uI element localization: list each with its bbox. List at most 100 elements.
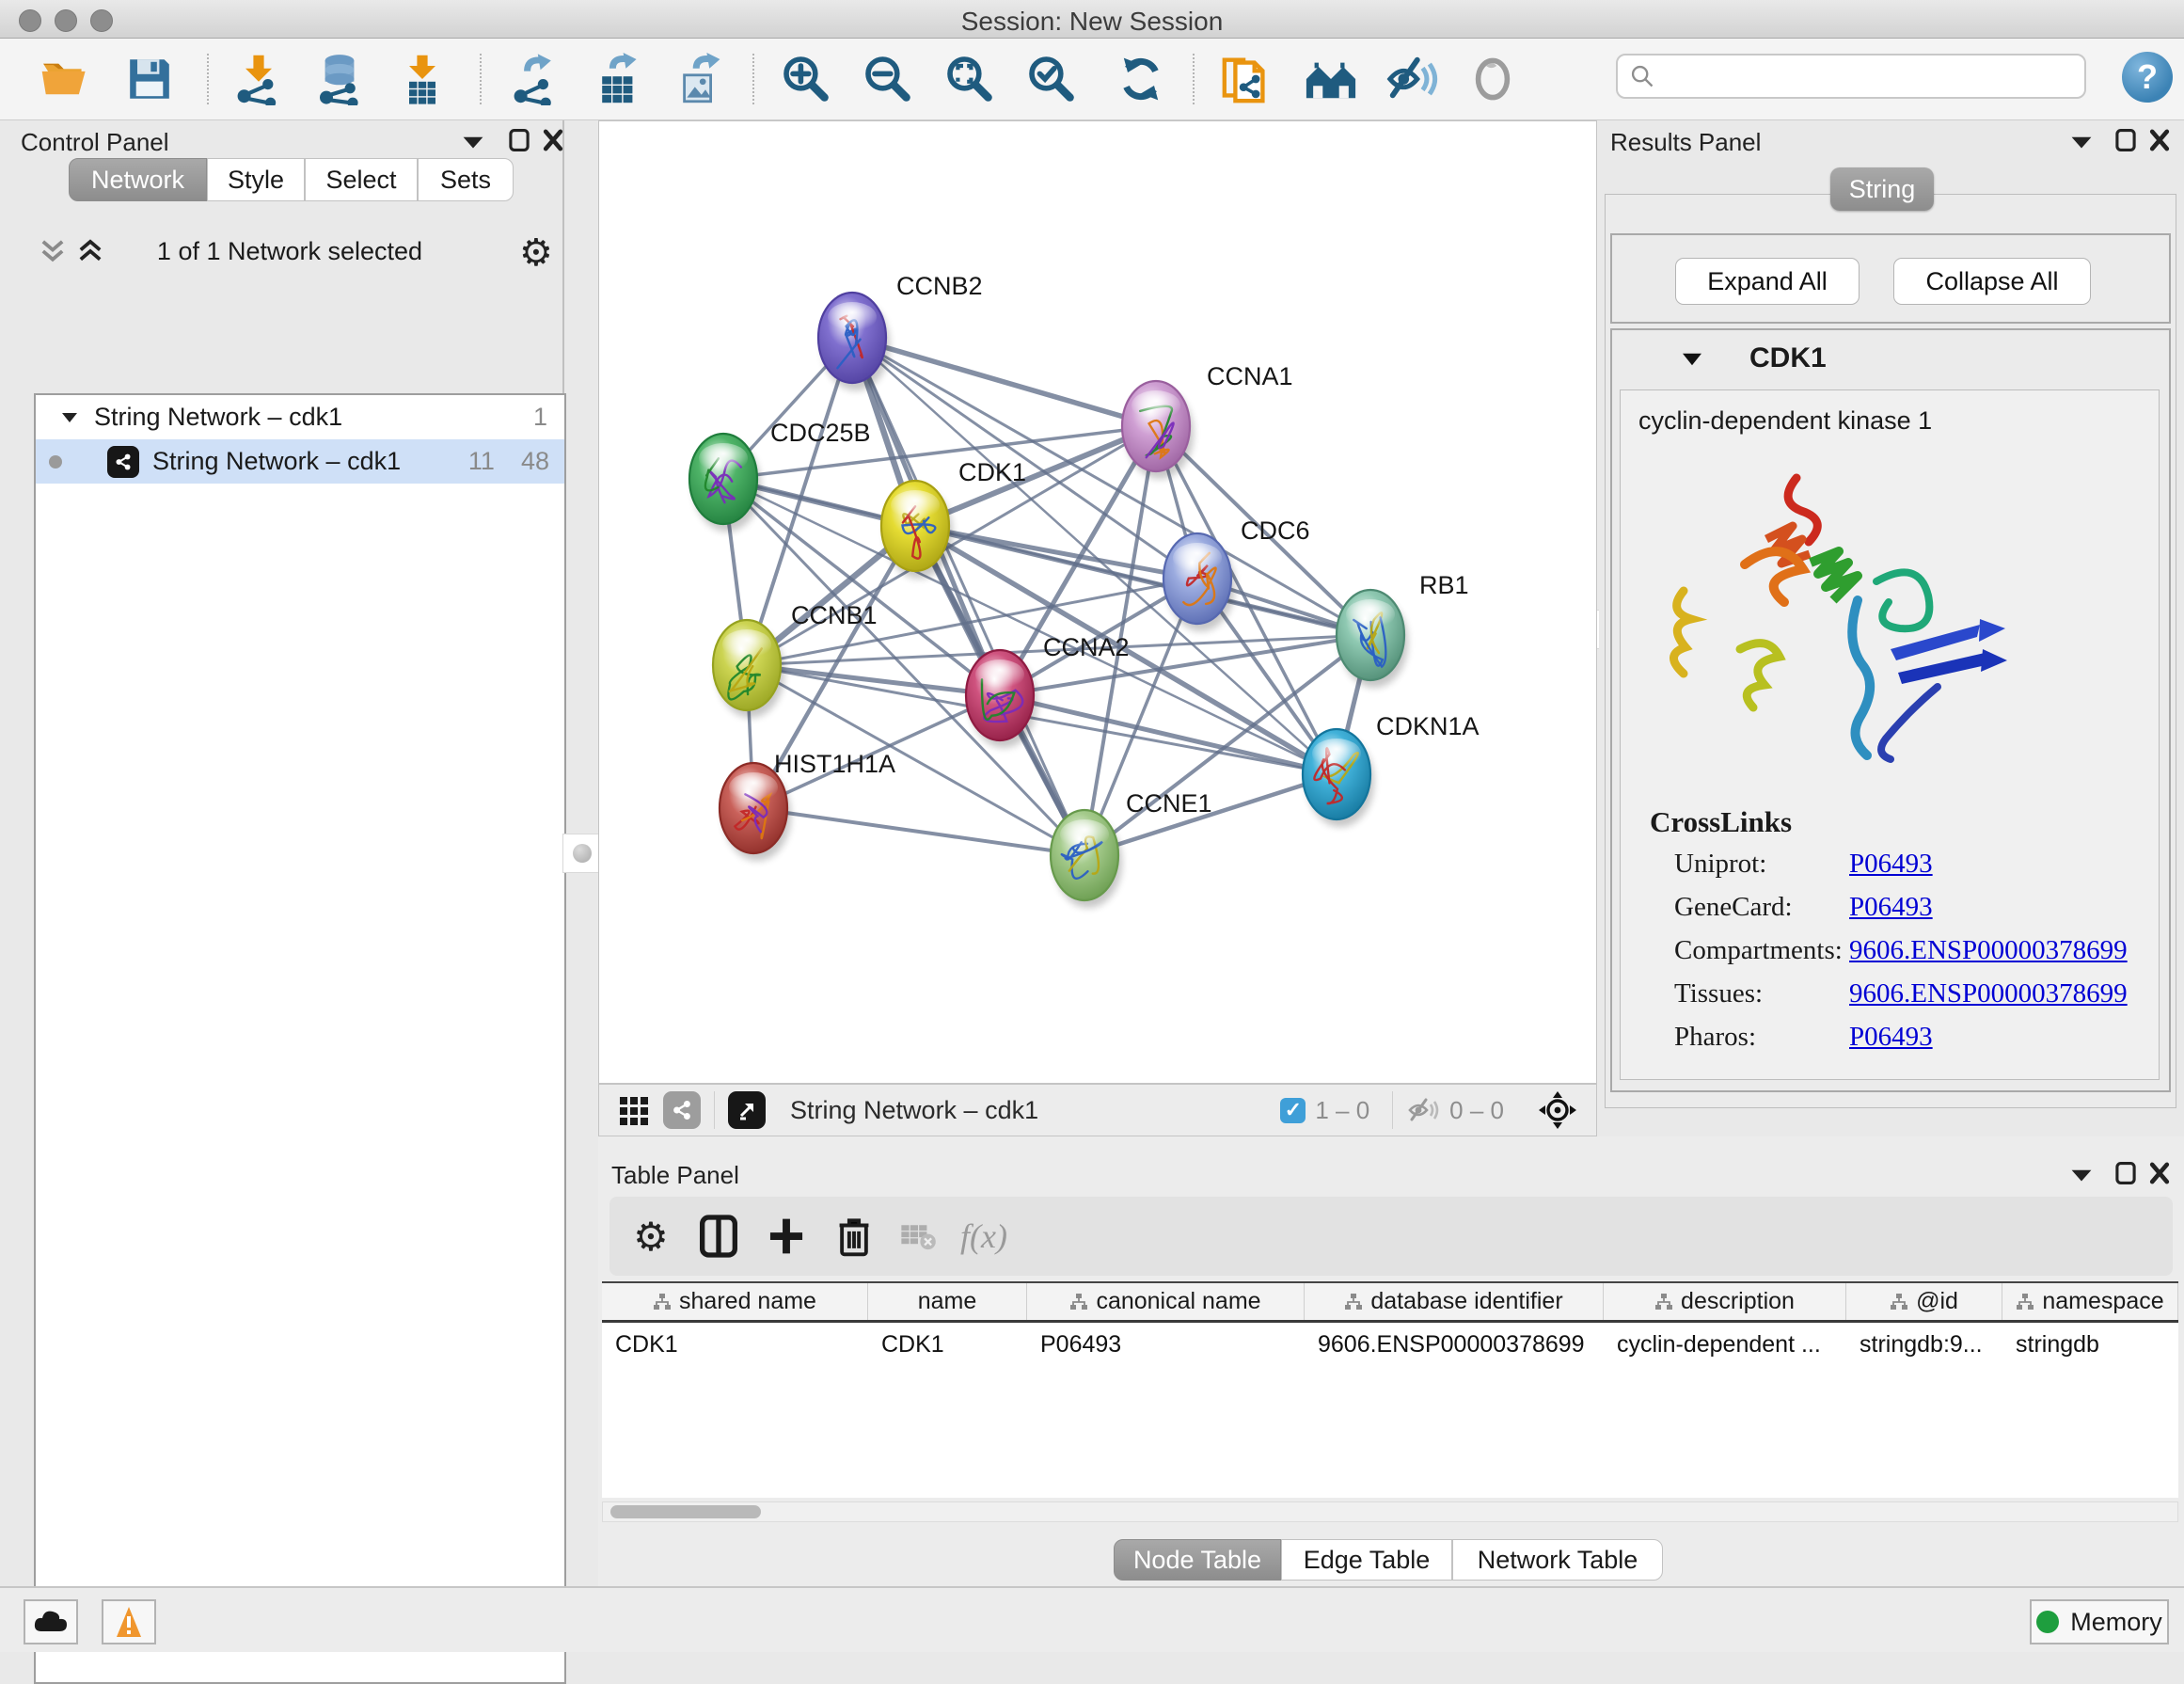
gear-icon[interactable]: ⚙ [519,231,553,275]
network-collection-row[interactable]: String Network – cdk1 1 [36,395,564,439]
panel-close-icon[interactable] [542,128,564,152]
table-cell[interactable]: P06493 [1027,1326,1305,1363]
column-header[interactable]: description [1604,1283,1846,1320]
export-network-icon[interactable] [508,52,562,106]
network-view-title: String Network – cdk1 [790,1096,1038,1125]
gene-name: CDK1 [1749,342,1827,374]
column-header[interactable]: @id [1846,1283,2002,1320]
tree-expand-icon[interactable] [60,410,79,425]
tab-network[interactable]: Network [69,158,207,201]
string-home-icon[interactable] [1304,52,1358,106]
table-cell[interactable]: stringdb [2002,1326,2178,1363]
selected-nodes-checkbox[interactable]: ✓ [1280,1098,1306,1123]
crosslink-value[interactable]: 9606.ENSP00000378699 [1849,978,2128,1009]
delete-column-icon[interactable] [824,1197,884,1276]
add-column-icon[interactable] [756,1197,816,1276]
collapse-all-networks-icon[interactable] [38,237,68,265]
warnings-button[interactable] [102,1599,156,1644]
search-field[interactable] [1616,54,2086,99]
open-session-icon[interactable] [38,52,92,106]
column-header[interactable]: database identifier [1305,1283,1604,1320]
table-cell[interactable]: CDK1 [868,1326,1027,1363]
network-node[interactable] [818,293,890,390]
network-node[interactable] [1163,533,1235,631]
panel-float-icon[interactable] [508,128,530,152]
network-canvas[interactable]: CCNB2CCNA1CDC25BCDK1CDC6RB1CCNB1CCNA2CDK… [598,120,1597,1084]
tab-network-table[interactable]: Network Table [1452,1539,1663,1581]
export-table-icon[interactable] [591,52,645,106]
section-collapse-icon[interactable] [1680,350,1704,369]
network-node[interactable] [713,620,784,718]
table-horizontal-scrollbar[interactable] [602,1501,2178,1522]
crosslink-value[interactable]: P06493 [1849,849,1933,880]
network-node[interactable] [1051,810,1122,908]
cloud-button[interactable] [24,1599,78,1644]
collapse-all-button[interactable]: Collapse All [1893,258,2091,305]
import-table-icon[interactable] [395,52,450,106]
node-label: CCNB1 [791,601,878,629]
zoom-in-icon[interactable] [779,52,833,106]
search-input[interactable] [1655,62,2064,90]
hidden-eye-icon[interactable] [1406,1096,1440,1124]
zoom-fit-icon[interactable] [942,52,997,106]
crosslink-value[interactable]: P06493 [1849,892,1933,923]
delete-table-icon[interactable] [888,1197,948,1276]
crosslink-value[interactable]: 9606.ENSP00000378699 [1849,935,2128,966]
network-row[interactable]: String Network – cdk1 11 48 [36,439,564,484]
detach-view-icon[interactable] [728,1091,766,1129]
table-cell[interactable]: stringdb:9... [1846,1326,2002,1363]
table-cell[interactable]: CDK1 [602,1326,868,1363]
table-cell[interactable]: cyclin-dependent ... [1604,1326,1846,1363]
network-birds-eye-icon[interactable] [663,1091,701,1129]
gray-eye-icon[interactable] [1465,52,1520,106]
table-row[interactable]: CDK1CDK1P064939606.ENSP00000378699cyclin… [602,1326,2178,1363]
import-network-icon[interactable] [231,52,286,106]
node-label: CCNE1 [1126,789,1212,818]
table-header-row: shared namenamecanonical namedatabase id… [602,1283,2178,1323]
tab-style[interactable]: Style [207,158,305,201]
help-icon[interactable]: ? [2122,52,2173,103]
export-image-icon[interactable] [672,52,726,106]
memory-button[interactable]: Memory [2030,1599,2169,1644]
column-header[interactable]: namespace [2002,1283,2178,1320]
panel-float-icon[interactable] [2114,1161,2137,1185]
panel-collapse-icon[interactable] [2069,1165,2094,1185]
grid-view-icon[interactable] [616,1091,654,1129]
table-cell[interactable]: 9606.ENSP00000378699 [1305,1326,1604,1363]
crosslink-label: GeneCard: [1674,892,1793,923]
tab-edge-table[interactable]: Edge Table [1281,1539,1452,1581]
tab-string[interactable]: String [1830,167,1934,211]
save-session-icon[interactable] [122,52,177,106]
network-node[interactable] [1303,729,1374,827]
left-splitter-handle[interactable] [562,834,602,873]
zoom-out-icon[interactable] [861,52,915,106]
panel-close-icon[interactable] [2148,128,2171,152]
expand-all-button[interactable]: Expand All [1675,258,1860,305]
panel-collapse-icon[interactable] [461,132,485,152]
panel-close-icon[interactable] [2148,1161,2171,1185]
column-header[interactable]: shared name [602,1283,868,1320]
zoom-selected-icon[interactable] [1024,52,1079,106]
hide-unhide-icon[interactable] [1385,52,1439,106]
warning-icon [115,1605,143,1639]
crosslink-value[interactable]: P06493 [1849,1022,1933,1053]
scrollbar-thumb[interactable] [610,1505,761,1518]
refresh-icon[interactable] [1114,52,1168,106]
panel-collapse-icon[interactable] [2069,132,2094,152]
function-builder-icon[interactable]: f(x) [954,1197,1014,1276]
fit-selected-icon[interactable] [1538,1090,1577,1130]
column-header[interactable]: canonical name [1027,1283,1305,1320]
network-node[interactable] [966,650,1037,748]
tab-node-table[interactable]: Node Table [1114,1539,1281,1581]
share-document-icon[interactable] [1219,52,1274,106]
panel-float-icon[interactable] [2114,128,2137,152]
tab-sets[interactable]: Sets [418,158,514,201]
column-header[interactable]: name [868,1283,1027,1320]
expand-all-networks-icon[interactable] [75,237,105,265]
table-gear-icon[interactable]: ⚙ [621,1197,681,1276]
tab-select[interactable]: Select [305,158,418,201]
network-graph[interactable]: CCNB2CCNA1CDC25BCDK1CDC6RB1CCNB1CCNA2CDK… [599,121,1596,1083]
import-network-from-database-icon[interactable] [312,52,367,106]
network-node[interactable] [1337,590,1408,688]
show-columns-icon[interactable] [688,1197,749,1276]
